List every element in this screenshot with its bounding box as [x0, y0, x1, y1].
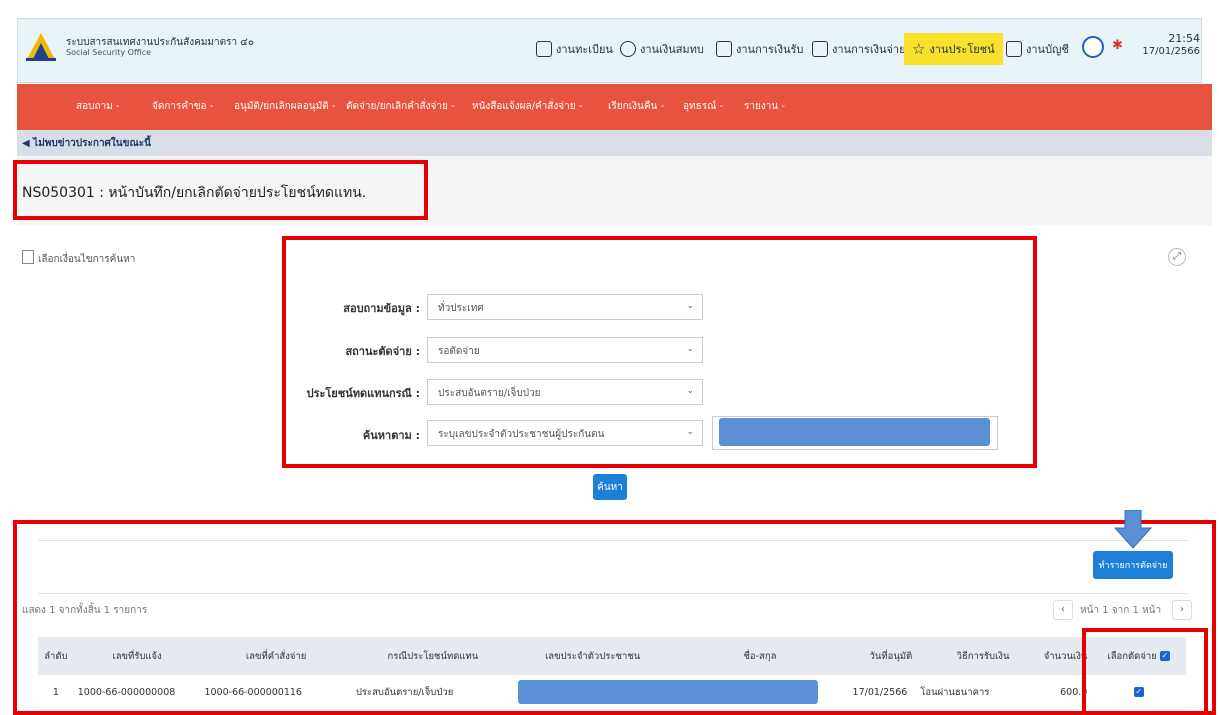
results-table: ลำดับ เลขที่รับแจ้ง เลขที่คำสั่งจ่าย กรณ… [38, 637, 1186, 710]
nav-refund[interactable]: เรียกเงินคืน - [608, 99, 664, 114]
col-notify-no: เลขที่รับแจ้ง [73, 637, 201, 675]
menu-payments[interactable]: งานการเงินจ่าย [812, 35, 906, 63]
page-indicator: หน้า 1 จาก 1 หน้า [1080, 605, 1162, 616]
megaphone-icon: ◀ [22, 138, 34, 149]
menu-accounting[interactable]: งานบัญชี [1006, 35, 1069, 63]
nav-notices[interactable]: หนังสือแจ้งผล/คำสั่งจ่าย - [472, 99, 582, 114]
search-condition-label: เลือกเงื่อนไขการค้นหา [38, 254, 136, 265]
clock-time: 21:54 [1168, 32, 1200, 45]
col-order-no: เลขที่คำสั่งจ่าย [200, 637, 352, 675]
org-name-en: Social Security Office [66, 48, 152, 57]
calculator-icon [812, 41, 828, 57]
star-icon: ☆ [912, 40, 926, 58]
col-citizen-id: เลขประจำตัวประชาชน [513, 637, 672, 675]
sso-logo [26, 33, 56, 61]
nav-cut-payment[interactable]: ตัดจ่าย/ยกเลิกคำสั่งจ่าย - [346, 99, 455, 114]
nav-inquiry[interactable]: สอบถาม - [76, 99, 120, 114]
table-header-row: ลำดับ เลขที่รับแจ้ง เลขที่คำสั่งจ่าย กรณ… [38, 637, 1186, 675]
nav-manage-requests[interactable]: จัดการคำขอ - [152, 99, 213, 114]
menu-registration[interactable]: งานทะเบียน [536, 35, 613, 63]
book-icon [536, 41, 552, 57]
col-amount: จำนวนเงิน [1013, 637, 1092, 675]
make-cut-payment-button[interactable]: ทำรายการตัดจ่าย [1093, 551, 1173, 579]
col-no: ลำดับ [38, 637, 74, 675]
prev-page-button[interactable]: ‹ [1053, 600, 1073, 620]
news-text: ◀ ไม่พบข่าวประกาศในขณะนี้ [22, 138, 151, 149]
redacted-citizen-name [517, 680, 818, 704]
col-method: วิธีการรับเงิน [916, 637, 1014, 675]
next-page-button[interactable]: › [1172, 600, 1192, 620]
expand-icon[interactable]: ⤢ [1168, 248, 1186, 266]
record-count: แสดง 1 จากทั้งสิ้น 1 รายการ [22, 605, 148, 616]
nav-approve[interactable]: อนุมัติ/ยกเลิกผลอนุมัติ - [234, 99, 336, 114]
menu-benefits[interactable]: ☆ งานประโยชน์ [904, 33, 1003, 65]
clock-date: 17/01/2566 [1142, 46, 1200, 57]
document-icon [22, 250, 34, 264]
user-avatar-icon[interactable] [1082, 36, 1104, 58]
plus-circle-icon [620, 41, 636, 57]
col-name: ชื่อ-สกุล [671, 637, 849, 675]
highlight-title [13, 160, 428, 220]
folder-icon [716, 41, 732, 57]
highlight-search [282, 236, 1037, 468]
edit-icon [1006, 41, 1022, 57]
col-case: กรณีประโยชน์ทดแทน [351, 637, 514, 675]
arrow-down-icon [1113, 510, 1153, 549]
menu-contribution[interactable]: งานเงินสมทบ [620, 35, 704, 63]
menu-receipts[interactable]: งานการเงินรับ [716, 35, 803, 63]
news-bar [17, 130, 1212, 156]
results-toolbar [38, 540, 1188, 594]
highlight-select-column [1082, 628, 1208, 715]
search-button[interactable]: ค้นหา [593, 474, 627, 500]
nav-appeal[interactable]: อุทธรณ์ - [683, 99, 723, 114]
table-row: 1 1000-66-000000008 1000-66-000000116 ปร… [38, 675, 1186, 710]
col-approve-date: วันที่อนุมัติ [848, 637, 917, 675]
nav-reports[interactable]: รายงาน - [744, 99, 785, 114]
